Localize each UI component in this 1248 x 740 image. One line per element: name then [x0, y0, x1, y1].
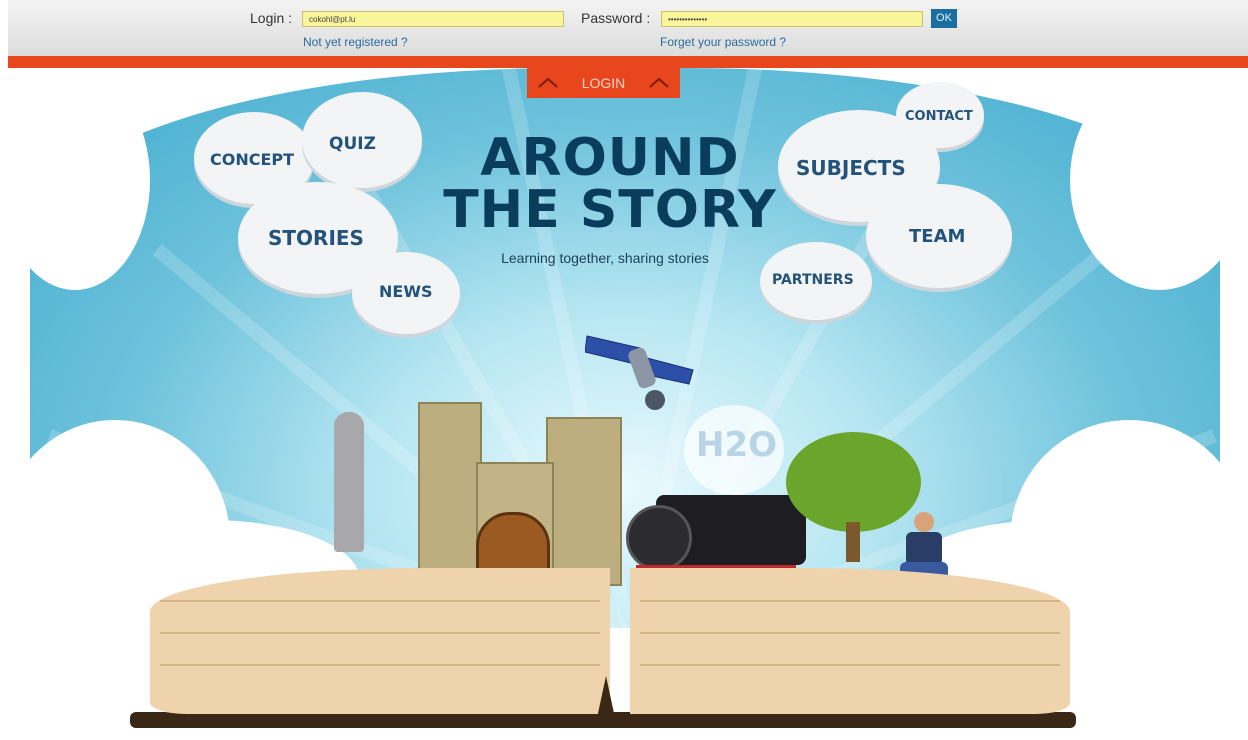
page-line — [640, 600, 1060, 602]
site-tagline: Learning together, sharing stories — [501, 250, 709, 266]
nav-partners[interactable]: PARTNERS — [772, 272, 854, 288]
forgot-password-link[interactable]: Forget your password ? — [660, 35, 786, 49]
background-cloud — [1070, 70, 1248, 290]
ok-button[interactable]: OK — [931, 9, 957, 28]
page-line — [160, 600, 600, 602]
page-line — [640, 632, 1060, 634]
login-label: Login : — [250, 10, 293, 26]
book-left-pages — [150, 568, 610, 714]
login-tab[interactable]: LOGIN — [527, 68, 680, 98]
nav-contact[interactable]: CONTACT — [905, 109, 973, 124]
nav-subjects[interactable]: SUBJECTS — [796, 156, 906, 180]
register-link[interactable]: Not yet registered ? — [303, 35, 408, 49]
page-line — [160, 664, 600, 666]
login-field[interactable]: cokohl@pt.lu — [302, 11, 564, 27]
nav-news[interactable]: NEWS — [379, 282, 433, 301]
nav-quiz[interactable]: QUIZ — [329, 134, 376, 154]
login-bar-border — [8, 56, 1248, 68]
h2o-steam-text: H2O — [696, 425, 778, 465]
chevron-up-icon — [649, 77, 669, 88]
book-right-pages — [630, 568, 1070, 714]
statue-illustration — [334, 412, 364, 552]
password-label: Password : — [581, 10, 651, 26]
site-title-line2: THE STORY — [443, 180, 777, 240]
background-cloud — [0, 70, 150, 290]
nav-concept[interactable]: CONCEPT — [210, 150, 294, 169]
password-field[interactable]: •••••••••••••• — [661, 11, 923, 27]
nav-stories[interactable]: STORIES — [268, 226, 364, 250]
site-title-line1: AROUND — [480, 128, 740, 188]
nav-team[interactable]: TEAM — [909, 226, 965, 247]
castle-illustration — [418, 392, 623, 597]
page-line — [160, 632, 600, 634]
login-bar — [8, 0, 1248, 56]
page-line — [640, 664, 1060, 666]
